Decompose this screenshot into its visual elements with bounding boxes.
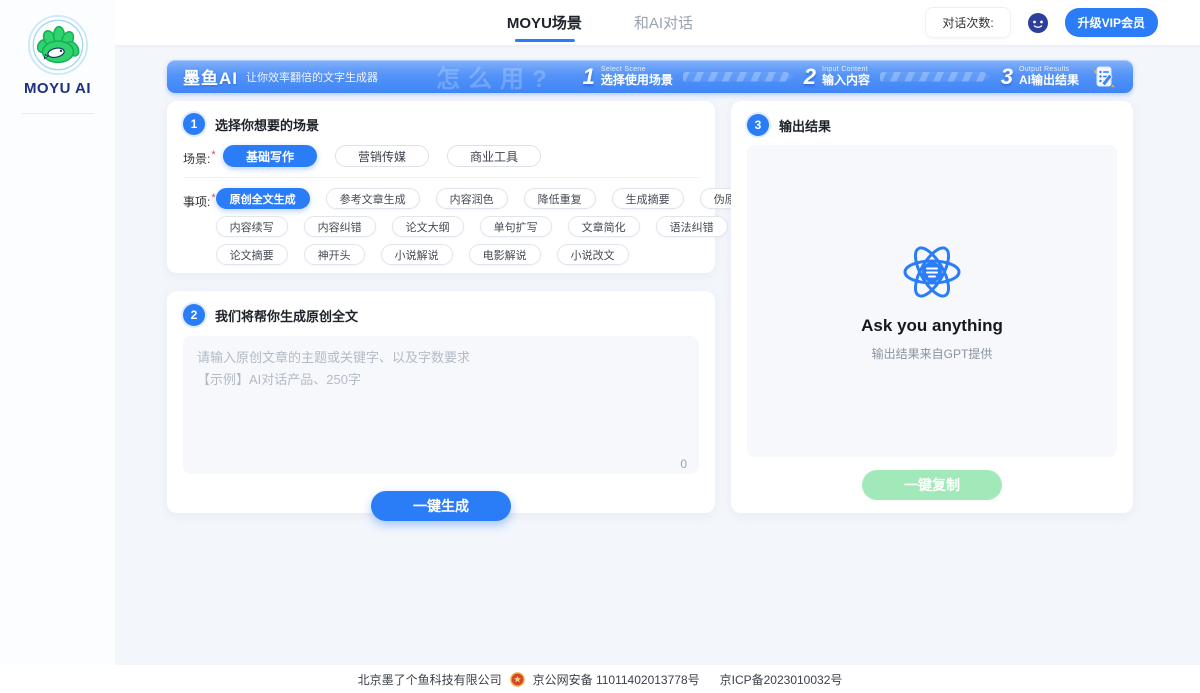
scene-tab-group: 基础写作 营销传媒 商业工具 [223, 145, 541, 167]
output-card-header: 3 输出结果 [747, 114, 1117, 136]
banner-steps: 1 Select Scene 选择使用场景 2 Input Content 输入… [583, 66, 1079, 88]
item-chip-paper-abstract[interactable]: 论文摘要 [216, 244, 288, 265]
item-chip-grammar-correction[interactable]: 语法纠错 [656, 216, 728, 237]
cards-area: 1 选择你想要的场景 场景:* 基础写作 营销传媒 商业工具 事项:* [167, 101, 1133, 513]
step-arrow-band [880, 72, 991, 82]
scene-tabs-row: 场景:* 基础写作 营销传媒 商业工具 [183, 145, 699, 167]
scene-tab-basic-writing[interactable]: 基础写作 [223, 145, 317, 167]
left-column: 1 选择你想要的场景 场景:* 基础写作 营销传媒 商业工具 事项:* [167, 101, 715, 513]
input-textarea-wrap: 0 [183, 336, 699, 479]
main-content: 墨鱼AI 让你效率翻倍的文字生成器 怎么用? 1 Select Scene 选择… [115, 45, 1200, 665]
banner-tagline: 让你效率翻倍的文字生成器 [246, 69, 378, 85]
active-tab-underline [514, 39, 574, 42]
empty-state-subtitle: 输出结果来自GPT提供 [872, 345, 993, 362]
item-chip-original-fulltext[interactable]: 原创全文生成 [216, 188, 310, 209]
footer: 北京墨了个鱼科技有限公司 京公网安备 11011402013778号 京ICP备… [0, 665, 1200, 693]
how-to-banner: 墨鱼AI 让你效率翻倍的文字生成器 怎么用? 1 Select Scene 选择… [167, 60, 1133, 93]
item-chip-novel-commentary[interactable]: 小说解说 [381, 244, 453, 265]
item-field-label: 事项:* [183, 188, 216, 210]
banner-step-3: 3 Output Results AI输出结果 [1001, 66, 1079, 88]
memo-pencil-icon [1091, 64, 1117, 90]
step-1-zh-label: 选择使用场景 [601, 74, 673, 87]
item-chip-content-polish[interactable]: 内容润色 [436, 188, 508, 209]
police-badge-icon [510, 672, 525, 687]
item-chip-reduce-duplication[interactable]: 降低重复 [524, 188, 596, 209]
step-2-zh-label: 输入内容 [822, 74, 870, 87]
scene-card-divider [183, 177, 699, 178]
sidebar-divider [22, 113, 94, 114]
generate-button[interactable]: 一键生成 [371, 491, 511, 521]
step-3-number: 3 [1001, 66, 1013, 88]
tab-ai-chat[interactable]: 和AI对话 [634, 0, 693, 45]
item-chip-generate-summary[interactable]: 生成摘要 [612, 188, 684, 209]
item-chip-content-correction[interactable]: 内容纠错 [304, 216, 376, 237]
char-counter: 0 [680, 457, 687, 471]
scene-tab-business-tools[interactable]: 商业工具 [447, 145, 541, 167]
copy-button[interactable]: 一键复制 [862, 470, 1002, 500]
item-chip-content-continue[interactable]: 内容续写 [216, 216, 288, 237]
step-2-number: 2 [804, 66, 816, 88]
page: MOYU场景 和AI对话 对话次数: 升级VIP会员 [0, 0, 1200, 693]
item-chip-reference-article[interactable]: 参考文章生成 [326, 188, 420, 209]
step-3-en-label: Output Results [1019, 66, 1079, 74]
nav-tabs: MOYU场景 和AI对话 [507, 0, 693, 45]
step-2-badge: 2 [183, 304, 205, 326]
input-card-title: 我们将帮你生成原创全文 [215, 306, 358, 325]
footer-police-record: 京公网安备 11011402013778号 [533, 671, 700, 688]
banner-step-1: 1 Select Scene 选择使用场景 [583, 66, 673, 88]
avatar-face-icon [1025, 10, 1051, 36]
atom-icon [900, 240, 964, 304]
scene-card-title: 选择你想要的场景 [215, 115, 319, 134]
input-card-header: 2 我们将帮你生成原创全文 [183, 304, 699, 326]
scene-select-card: 1 选择你想要的场景 场景:* 基础写作 营销传媒 商业工具 事项:* [167, 101, 715, 273]
upgrade-vip-button[interactable]: 升级VIP会员 [1065, 8, 1158, 37]
item-chip-article-simplify[interactable]: 文章简化 [568, 216, 640, 237]
input-card: 2 我们将帮你生成原创全文 0 一键生成 [167, 291, 715, 513]
item-chip-novel-rewrite[interactable]: 小说改文 [557, 244, 629, 265]
item-chip-great-opening[interactable]: 神开头 [304, 244, 365, 265]
user-avatar-icon[interactable] [1025, 10, 1051, 36]
tab-moyu-scene[interactable]: MOYU场景 [507, 0, 582, 45]
step-1-number: 1 [583, 66, 595, 88]
logo-text: MOYU AI [24, 80, 91, 97]
banner-step-2: 2 Input Content 输入内容 [804, 66, 870, 88]
step-3-badge: 3 [747, 114, 769, 136]
tab-ai-chat-label: 和AI对话 [634, 12, 693, 33]
banner-brand: 墨鱼AI [183, 64, 238, 89]
item-chip-movie-commentary[interactable]: 电影解说 [469, 244, 541, 265]
output-card: 3 输出结果 [731, 101, 1133, 513]
required-mark: * [211, 149, 215, 161]
scene-tab-marketing-media[interactable]: 营销传媒 [335, 145, 429, 167]
banner-watermark: 怎么用? [436, 59, 555, 94]
item-chip-sentence-expand[interactable]: 单句扩写 [480, 216, 552, 237]
step-2-en-label: Input Content [822, 66, 870, 74]
item-chips-row: 事项:* 原创全文生成 参考文章生成 内容润色 降低重复 生成摘要 伪原创 强力… [183, 188, 699, 265]
topbar: MOYU场景 和AI对话 对话次数: 升级VIP会员 [0, 0, 1200, 45]
footer-company: 北京墨了个鱼科技有限公司 [358, 671, 502, 688]
scene-field-label: 场景:* [183, 145, 223, 167]
topic-input[interactable] [183, 336, 699, 474]
footer-icp-record: 京ICP备2023010032号 [720, 671, 843, 688]
logo[interactable]: MOYU AI [0, 0, 115, 97]
empty-state-title: Ask you anything [861, 316, 1003, 336]
chat-count-pill[interactable]: 对话次数: [925, 7, 1010, 38]
scene-card-header: 1 选择你想要的场景 [183, 113, 699, 135]
step-1-badge: 1 [183, 113, 205, 135]
step-arrow-band [683, 72, 794, 82]
tab-moyu-scene-label: MOYU场景 [507, 12, 582, 33]
output-card-title: 输出结果 [779, 116, 831, 135]
step-1-en-label: Select Scene [601, 66, 673, 74]
moyu-logo-icon [27, 14, 89, 76]
sidebar: MOYU AI [0, 0, 115, 665]
generate-button-row: 一键生成 [183, 491, 699, 521]
copy-button-row: 一键复制 [747, 470, 1117, 500]
topbar-right: 对话次数: 升级VIP会员 [925, 0, 1158, 45]
item-chip-paper-outline[interactable]: 论文大纲 [392, 216, 464, 237]
step-3-zh-label: AI输出结果 [1019, 74, 1079, 87]
output-empty-panel: Ask you anything 输出结果来自GPT提供 [747, 145, 1117, 457]
